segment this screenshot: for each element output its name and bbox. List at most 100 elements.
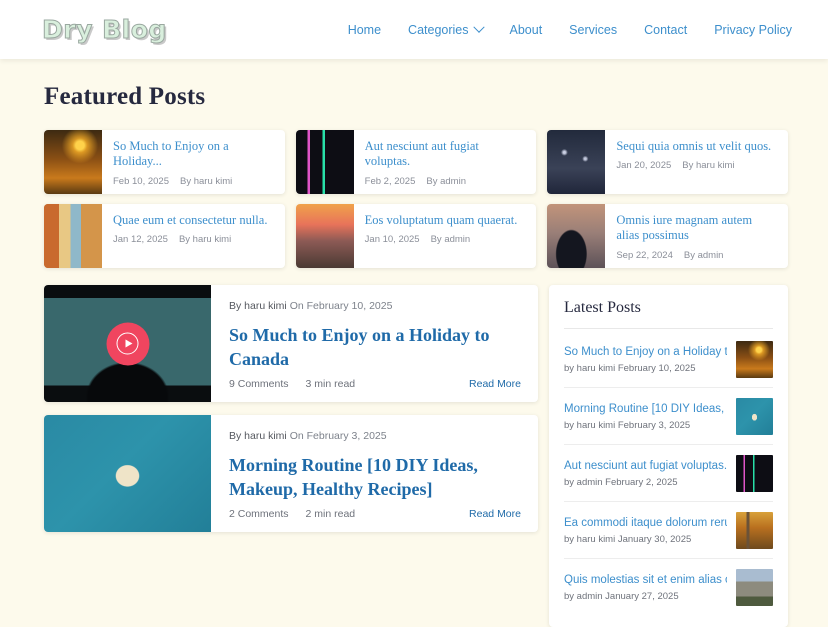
featured-post-meta: Jan 20, 2025 By haru kimi bbox=[616, 160, 771, 171]
post-on-label: On bbox=[289, 430, 304, 442]
featured-post-card[interactable]: Quae eum et consectetur nulla. Jan 12, 2… bbox=[44, 204, 285, 268]
list-item-title[interactable]: Morning Routine [10 DIY Ideas, Mak... bbox=[564, 403, 727, 415]
post-card[interactable]: By haru kimi On February 10, 2025 So Muc… bbox=[44, 285, 538, 402]
nav-label: Home bbox=[347, 22, 382, 37]
featured-post-author: By haru kimi bbox=[178, 234, 232, 246]
list-item-title[interactable]: Ea commodi itaque dolorum rerum. bbox=[564, 517, 727, 529]
featured-post-title[interactable]: Omnis iure magnam autem alias possimus bbox=[616, 213, 778, 244]
featured-post-thumbnail bbox=[44, 204, 102, 268]
nav-label: Contact bbox=[644, 22, 688, 37]
featured-post-card[interactable]: Eos voluptatum quam quaerat. Jan 10, 202… bbox=[295, 204, 537, 268]
list-item[interactable]: Ea commodi itaque dolorum rerum. by haru… bbox=[564, 502, 773, 559]
featured-posts-grid: So Much to Enjoy on a Holiday... Feb 10,… bbox=[44, 130, 788, 268]
nav-label: Services bbox=[569, 22, 618, 37]
list-item[interactable]: Quis molestias sit et enim alias odio. b… bbox=[564, 559, 773, 615]
list-item-meta: by haru kimi February 3, 2025 bbox=[564, 419, 691, 431]
featured-post-title[interactable]: Quae eum et consectetur nulla. bbox=[113, 213, 267, 228]
main-navigation: Home Categories About Services Contact P… bbox=[348, 21, 792, 37]
featured-post-title[interactable]: Aut nesciunt aut fugiat voluptas. bbox=[365, 139, 527, 170]
site-header: Dry Blog Home Categories About Services … bbox=[0, 0, 828, 59]
featured-post-card[interactable]: Aut nesciunt aut fugiat voluptas. Feb 2,… bbox=[295, 130, 537, 194]
post-title[interactable]: So Much to Enjoy on a Holiday to Canada bbox=[229, 324, 521, 378]
featured-post-meta: Jan 10, 2025 By admin bbox=[365, 234, 518, 245]
list-item-title[interactable]: So Much to Enjoy on a Holiday to C... bbox=[564, 346, 727, 358]
featured-post-author: By admin bbox=[426, 175, 466, 187]
post-body: By haru kimi On February 3, 2025 Morning… bbox=[211, 415, 538, 532]
list-item-title[interactable]: Aut nesciunt aut fugiat voluptas. bbox=[564, 460, 727, 472]
post-featured-image[interactable] bbox=[44, 415, 211, 532]
list-item[interactable]: Morning Routine [10 DIY Ideas, Mak... by… bbox=[564, 388, 773, 445]
post-byline: By haru kimi On February 3, 2025 bbox=[229, 430, 521, 442]
page-title: Featured Posts bbox=[44, 83, 206, 110]
featured-post-author: By admin bbox=[683, 249, 724, 261]
featured-post-body: Sequi quia omnis ut velit quos. Jan 20, … bbox=[605, 130, 781, 194]
post-byline: By haru kimi On February 10, 2025 bbox=[229, 300, 521, 312]
post-card[interactable]: By haru kimi On February 3, 2025 Morning… bbox=[44, 415, 538, 532]
list-item-thumbnail bbox=[736, 398, 773, 435]
featured-post-author: By haru kimi bbox=[682, 160, 735, 172]
list-item-thumbnail bbox=[736, 455, 773, 492]
nav-label: Privacy Policy bbox=[714, 22, 792, 37]
featured-post-meta: Feb 2, 2025 By admin bbox=[365, 176, 527, 187]
list-item-meta: by haru kimi January 30, 2025 bbox=[564, 533, 692, 545]
post-author: By haru kimi bbox=[229, 300, 287, 312]
nav-item-categories[interactable]: Categories bbox=[408, 21, 485, 37]
site-logo[interactable]: Dry Blog bbox=[42, 15, 167, 45]
featured-post-body: Eos voluptatum quam quaerat. Jan 10, 202… bbox=[354, 204, 528, 268]
post-date: February 10, 2025 bbox=[306, 300, 393, 312]
play-button[interactable] bbox=[106, 322, 149, 365]
post-title[interactable]: Morning Routine [10 DIY Ideas, Makeup, H… bbox=[229, 454, 521, 508]
read-more-link[interactable]: Read More bbox=[469, 508, 521, 520]
nav-item-contact[interactable]: Contact bbox=[644, 23, 687, 37]
featured-post-body: So Much to Enjoy on a Holiday... Feb 10,… bbox=[102, 130, 285, 194]
list-item-meta: by admin February 2, 2025 bbox=[564, 476, 678, 488]
post-footer: 2 Comments 2 min read Read More bbox=[229, 508, 521, 520]
nav-label: Categories bbox=[408, 22, 469, 37]
list-item-text: So Much to Enjoy on a Holiday to C... by… bbox=[564, 346, 727, 374]
featured-post-date: Jan 20, 2025 bbox=[616, 160, 672, 172]
featured-post-card[interactable]: Sequi quia omnis ut velit quos. Jan 20, … bbox=[547, 130, 788, 194]
list-item-text: Morning Routine [10 DIY Ideas, Mak... by… bbox=[564, 403, 727, 431]
nav-item-home[interactable]: Home bbox=[348, 23, 381, 37]
list-item-title[interactable]: Quis molestias sit et enim alias odio. bbox=[564, 574, 727, 586]
featured-post-thumbnail bbox=[547, 130, 606, 194]
featured-post-title[interactable]: Sequi quia omnis ut velit quos. bbox=[616, 139, 771, 154]
featured-post-date: Feb 2, 2025 bbox=[364, 175, 416, 187]
featured-post-thumbnail bbox=[44, 130, 102, 194]
featured-post-title[interactable]: Eos voluptatum quam quaerat. bbox=[365, 213, 518, 228]
featured-post-date: Feb 10, 2025 bbox=[113, 175, 169, 187]
featured-post-thumbnail bbox=[295, 204, 354, 268]
featured-post-author: By haru kimi bbox=[180, 175, 233, 187]
nav-item-about[interactable]: About bbox=[510, 23, 543, 37]
post-comments-count: 2 Comments bbox=[229, 508, 289, 520]
post-read-time: 2 min read bbox=[305, 508, 356, 520]
list-item-thumbnail bbox=[736, 341, 773, 378]
featured-post-date: Jan 10, 2025 bbox=[364, 234, 420, 246]
nav-item-privacy-policy[interactable]: Privacy Policy bbox=[714, 23, 792, 37]
featured-post-thumbnail bbox=[547, 204, 606, 268]
nav-label: About bbox=[509, 22, 543, 37]
featured-post-date: Jan 12, 2025 bbox=[113, 234, 168, 246]
read-more-link[interactable]: Read More bbox=[469, 378, 521, 390]
list-item[interactable]: So Much to Enjoy on a Holiday to C... by… bbox=[564, 331, 773, 388]
post-on-label: On bbox=[289, 300, 304, 312]
featured-post-meta: Jan 12, 2025 By haru kimi bbox=[113, 234, 267, 245]
latest-posts-widget: Latest Posts So Much to Enjoy on a Holid… bbox=[549, 285, 788, 627]
list-item[interactable]: Aut nesciunt aut fugiat voluptas. by adm… bbox=[564, 445, 773, 502]
post-footer: 9 Comments 3 min read Read More bbox=[229, 378, 521, 390]
page-content: Featured Posts So Much to Enjoy on a Hol… bbox=[0, 59, 828, 627]
sidebar-heading: Latest Posts bbox=[564, 299, 773, 329]
featured-post-card[interactable]: Omnis iure magnam autem alias possimus S… bbox=[547, 204, 788, 268]
featured-post-title[interactable]: So Much to Enjoy on a Holiday... bbox=[113, 139, 275, 170]
nav-item-services[interactable]: Services bbox=[569, 23, 617, 37]
featured-post-body: Quae eum et consectetur nulla. Jan 12, 2… bbox=[102, 204, 277, 268]
featured-post-card[interactable]: So Much to Enjoy on a Holiday... Feb 10,… bbox=[44, 130, 285, 194]
list-item-meta: by haru kimi February 10, 2025 bbox=[564, 362, 696, 374]
chevron-down-icon bbox=[472, 21, 485, 33]
post-featured-image[interactable] bbox=[44, 285, 211, 402]
post-read-time: 3 min read bbox=[305, 378, 356, 390]
featured-post-meta: Sep 22, 2024 By admin bbox=[616, 250, 778, 261]
main-column: By haru kimi On February 10, 2025 So Muc… bbox=[44, 285, 538, 545]
list-item-text: Ea commodi itaque dolorum rerum. by haru… bbox=[564, 517, 727, 545]
featured-post-body: Aut nesciunt aut fugiat voluptas. Feb 2,… bbox=[354, 130, 537, 194]
